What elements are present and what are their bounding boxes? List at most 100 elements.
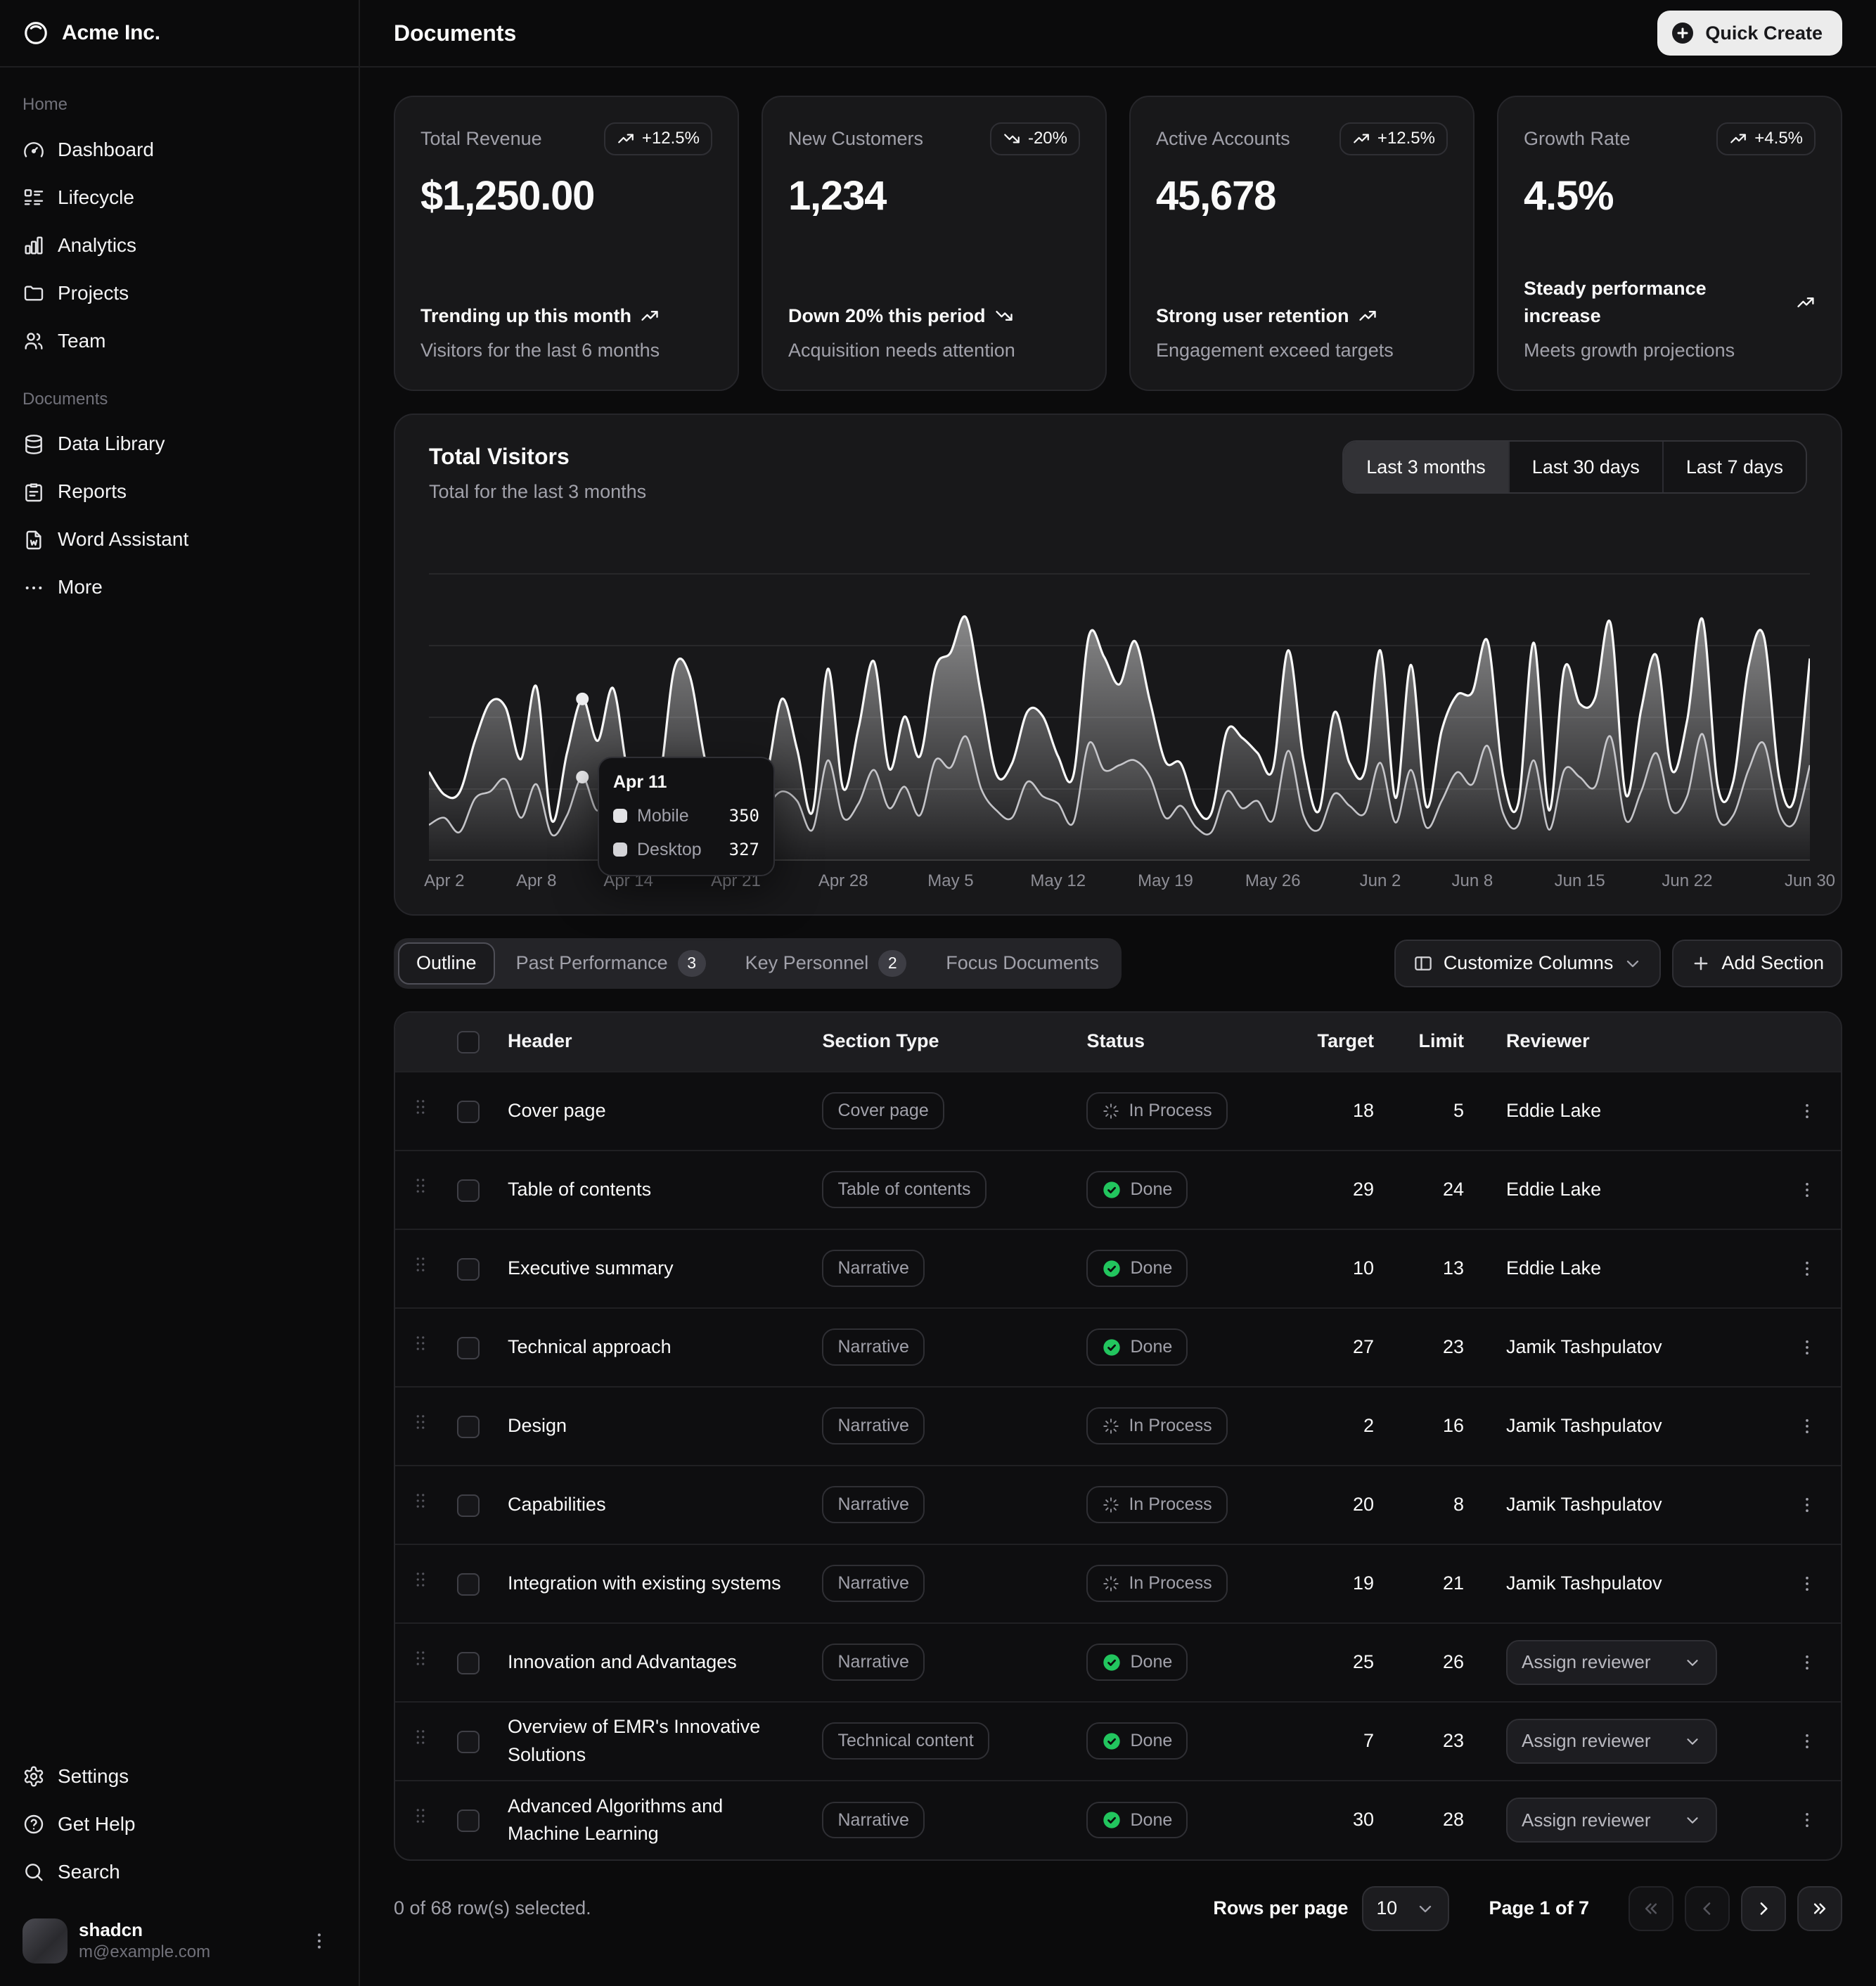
drag-handle[interactable] [410, 1569, 431, 1590]
row-actions-button[interactable] [1787, 1800, 1827, 1840]
limit-value[interactable]: 13 [1405, 1229, 1495, 1308]
user-menu-button[interactable] [302, 1924, 336, 1958]
limit-value[interactable]: 26 [1405, 1623, 1495, 1702]
target-value[interactable]: 2 [1306, 1387, 1405, 1466]
chart-area[interactable]: Apr 2Apr 8Apr 14Apr 21Apr 28May 5May 12M… [429, 526, 1807, 897]
target-value[interactable]: 30 [1306, 1781, 1405, 1859]
limit-value[interactable]: 28 [1405, 1781, 1495, 1859]
row-actions-button[interactable] [1787, 1485, 1827, 1525]
customize-columns-button[interactable]: Customize Columns [1394, 940, 1662, 987]
drag-handle[interactable] [410, 1648, 431, 1669]
previous-page-button[interactable] [1685, 1886, 1730, 1931]
row-actions-button[interactable] [1787, 1643, 1827, 1682]
row-actions-button[interactable] [1787, 1328, 1827, 1367]
row-actions-button[interactable] [1787, 1564, 1827, 1603]
stat-foot: Strong user retention [1156, 302, 1448, 330]
drag-handle[interactable] [410, 1490, 431, 1511]
limit-value[interactable]: 5 [1405, 1072, 1495, 1151]
drag-handle[interactable] [410, 1333, 431, 1354]
row-checkbox[interactable] [457, 1416, 480, 1438]
row-header[interactable]: Integration with existing systems [508, 1572, 781, 1594]
drag-handle[interactable] [410, 1254, 431, 1275]
range-toggle-last-7-days[interactable]: Last 7 days [1662, 442, 1806, 492]
target-value[interactable]: 27 [1306, 1308, 1405, 1387]
target-value[interactable]: 25 [1306, 1623, 1405, 1702]
drag-handle[interactable] [410, 1096, 431, 1117]
row-checkbox[interactable] [457, 1652, 480, 1674]
limit-value[interactable]: 8 [1405, 1466, 1495, 1544]
row-checkbox[interactable] [457, 1731, 480, 1753]
target-value[interactable]: 7 [1306, 1702, 1405, 1781]
sidebar-item-data-library[interactable]: Data Library [11, 421, 347, 468]
sidebar-item-analytics[interactable]: Analytics [11, 222, 347, 269]
row-checkbox[interactable] [457, 1101, 480, 1123]
reviewer-name: Eddie Lake [1506, 1179, 1601, 1200]
row-header[interactable]: Advanced Algorithms and Machine Learning [508, 1795, 723, 1844]
first-page-button[interactable] [1628, 1886, 1673, 1931]
row-checkbox[interactable] [457, 1573, 480, 1596]
brand[interactable]: Acme Inc. [0, 0, 359, 68]
sidebar-item-settings[interactable]: Settings [11, 1753, 347, 1800]
row-actions-button[interactable] [1787, 1249, 1827, 1288]
row-header[interactable]: Cover page [508, 1100, 606, 1121]
assign-reviewer-select[interactable]: Assign reviewer [1506, 1719, 1717, 1764]
row-checkbox[interactable] [457, 1258, 480, 1281]
tab-focus-documents[interactable]: Focus Documents [927, 942, 1117, 985]
tab-key-personnel[interactable]: Key Personnel 2 [727, 942, 925, 985]
quick-create-button[interactable]: Quick Create [1657, 11, 1842, 56]
row-checkbox[interactable] [457, 1494, 480, 1517]
trending-up-icon [1358, 306, 1377, 326]
add-section-button[interactable]: Add Section [1672, 940, 1842, 987]
target-value[interactable]: 18 [1306, 1072, 1405, 1151]
sidebar-item-more[interactable]: More [11, 564, 347, 612]
drag-handle[interactable] [410, 1175, 431, 1196]
drag-handle[interactable] [410, 1726, 431, 1748]
target-value[interactable]: 29 [1306, 1151, 1405, 1229]
grip-vertical-icon [410, 1333, 431, 1354]
row-header[interactable]: Executive summary [508, 1257, 674, 1279]
limit-value[interactable]: 24 [1405, 1151, 1495, 1229]
row-header[interactable]: Table of contents [508, 1179, 651, 1200]
limit-value[interactable]: 23 [1405, 1308, 1495, 1387]
drag-handle[interactable] [410, 1411, 431, 1433]
sidebar-item-search[interactable]: Search [11, 1848, 347, 1896]
sidebar-item-team[interactable]: Team [11, 317, 347, 365]
range-toggle-last-30-days[interactable]: Last 30 days [1508, 442, 1662, 492]
tab-outline[interactable]: Outline [398, 942, 495, 985]
assign-reviewer-select[interactable]: Assign reviewer [1506, 1798, 1717, 1843]
limit-value[interactable]: 16 [1405, 1387, 1495, 1466]
target-value[interactable]: 20 [1306, 1466, 1405, 1544]
row-actions-button[interactable] [1787, 1407, 1827, 1446]
row-actions-button[interactable] [1787, 1091, 1827, 1131]
row-header[interactable]: Innovation and Advantages [508, 1651, 737, 1672]
drag-handle[interactable] [410, 1805, 431, 1826]
row-header[interactable]: Design [508, 1415, 567, 1436]
limit-value[interactable]: 23 [1405, 1702, 1495, 1781]
user-menu[interactable]: shadcn m@example.com [11, 1910, 347, 1972]
target-value[interactable]: 19 [1306, 1544, 1405, 1623]
limit-value[interactable]: 21 [1405, 1544, 1495, 1623]
sidebar-item-word-assistant[interactable]: Word Assistant [11, 516, 347, 564]
sidebar-item-projects[interactable]: Projects [11, 269, 347, 317]
row-header[interactable]: Overview of EMR's Innovative Solutions [508, 1716, 760, 1764]
range-toggle-last-3-months[interactable]: Last 3 months [1344, 442, 1508, 492]
next-page-button[interactable] [1741, 1886, 1786, 1931]
select-all-checkbox[interactable] [457, 1031, 480, 1053]
sidebar-item-lifecycle[interactable]: Lifecycle [11, 174, 347, 222]
sidebar-item-get-help[interactable]: Get Help [11, 1800, 347, 1848]
tab-past-performance[interactable]: Past Performance 3 [498, 942, 724, 985]
rows-per-page-select[interactable]: 10 [1362, 1886, 1449, 1931]
target-value[interactable]: 10 [1306, 1229, 1405, 1308]
sidebar-item-dashboard[interactable]: Dashboard [11, 126, 347, 174]
row-checkbox[interactable] [457, 1179, 480, 1202]
last-page-button[interactable] [1797, 1886, 1842, 1931]
row-checkbox[interactable] [457, 1337, 480, 1359]
table-row: Overview of EMR's Innovative Solutions T… [395, 1702, 1841, 1781]
row-checkbox[interactable] [457, 1809, 480, 1832]
row-actions-button[interactable] [1787, 1170, 1827, 1210]
row-header[interactable]: Technical approach [508, 1336, 672, 1357]
row-actions-button[interactable] [1787, 1722, 1827, 1761]
sidebar-item-reports[interactable]: Reports [11, 468, 347, 516]
assign-reviewer-select[interactable]: Assign reviewer [1506, 1640, 1717, 1685]
row-header[interactable]: Capabilities [508, 1494, 606, 1515]
